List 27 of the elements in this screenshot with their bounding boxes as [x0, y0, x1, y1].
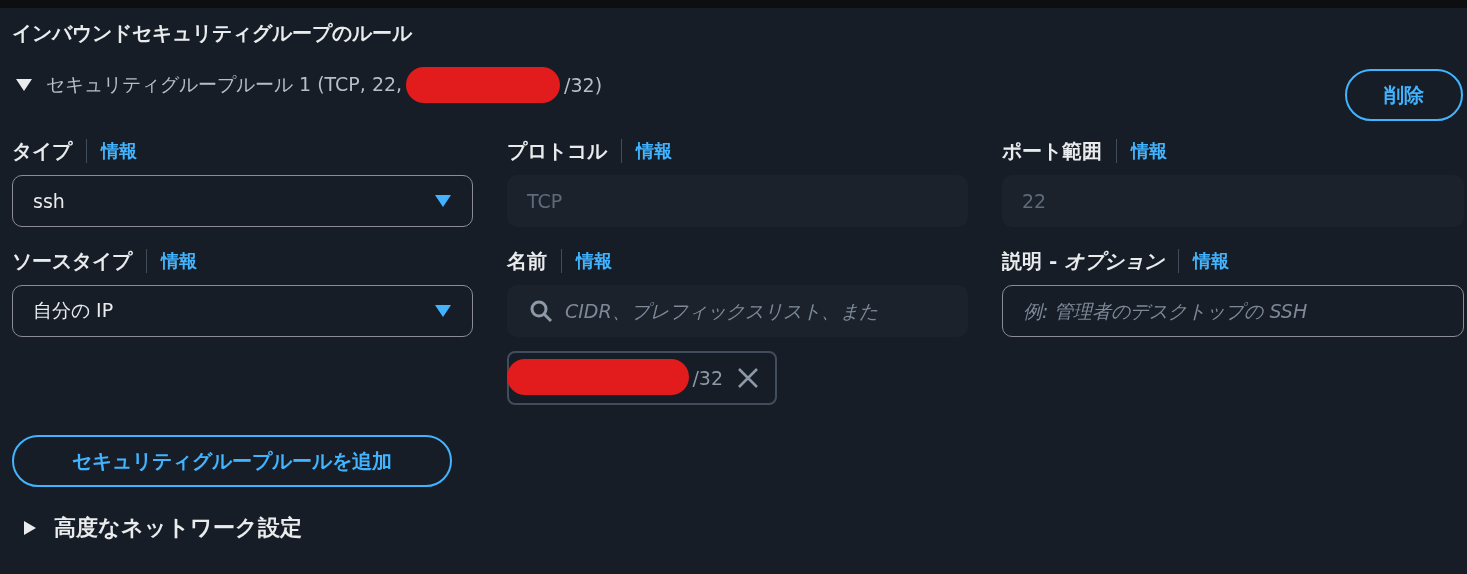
field-label: ポート範囲 — [1002, 137, 1102, 165]
info-link[interactable]: 情報 — [576, 249, 612, 273]
advanced-settings-label[interactable]: 高度なネットワーク設定 — [54, 513, 302, 543]
expand-triangle-icon[interactable] — [16, 78, 32, 92]
field-label: 名前 — [507, 247, 547, 275]
info-link[interactable]: 情報 — [1193, 249, 1230, 273]
section-title: インバウンドセキュリティグループのルール — [12, 20, 414, 47]
field-label: プロトコル — [507, 137, 607, 165]
dropdown-caret-icon — [434, 304, 452, 318]
dropdown-select[interactable]: ssh — [12, 175, 473, 227]
field-label: タイプ — [12, 137, 72, 165]
token-text: /32 — [692, 367, 723, 389]
field-label: 説明 - オプション — [1002, 247, 1165, 275]
info-link[interactable]: 情報 — [101, 139, 137, 163]
add-rule-button[interactable]: セキュリティグループルールを追加 — [12, 435, 452, 487]
rule-title: セキュリティグループルール 1 (TCP, 22, — [46, 72, 403, 97]
expand-triangle-icon[interactable] — [22, 521, 38, 535]
search-field[interactable]: CIDR、プレフィックスリスト、また — [507, 285, 968, 337]
field-label: ソースタイプ — [12, 247, 132, 275]
search-icon — [529, 299, 553, 323]
dropdown-select[interactable]: 自分の IP — [12, 285, 473, 337]
rule-title-end: /32) — [564, 74, 603, 96]
dropdown-caret-icon — [434, 194, 452, 208]
delete-button[interactable]: 削除 — [1345, 69, 1463, 121]
text-field[interactable]: 例: 管理者のデスクトップの SSH — [1002, 285, 1464, 337]
close-icon[interactable] — [737, 367, 759, 389]
info-link[interactable]: 情報 — [161, 249, 197, 273]
